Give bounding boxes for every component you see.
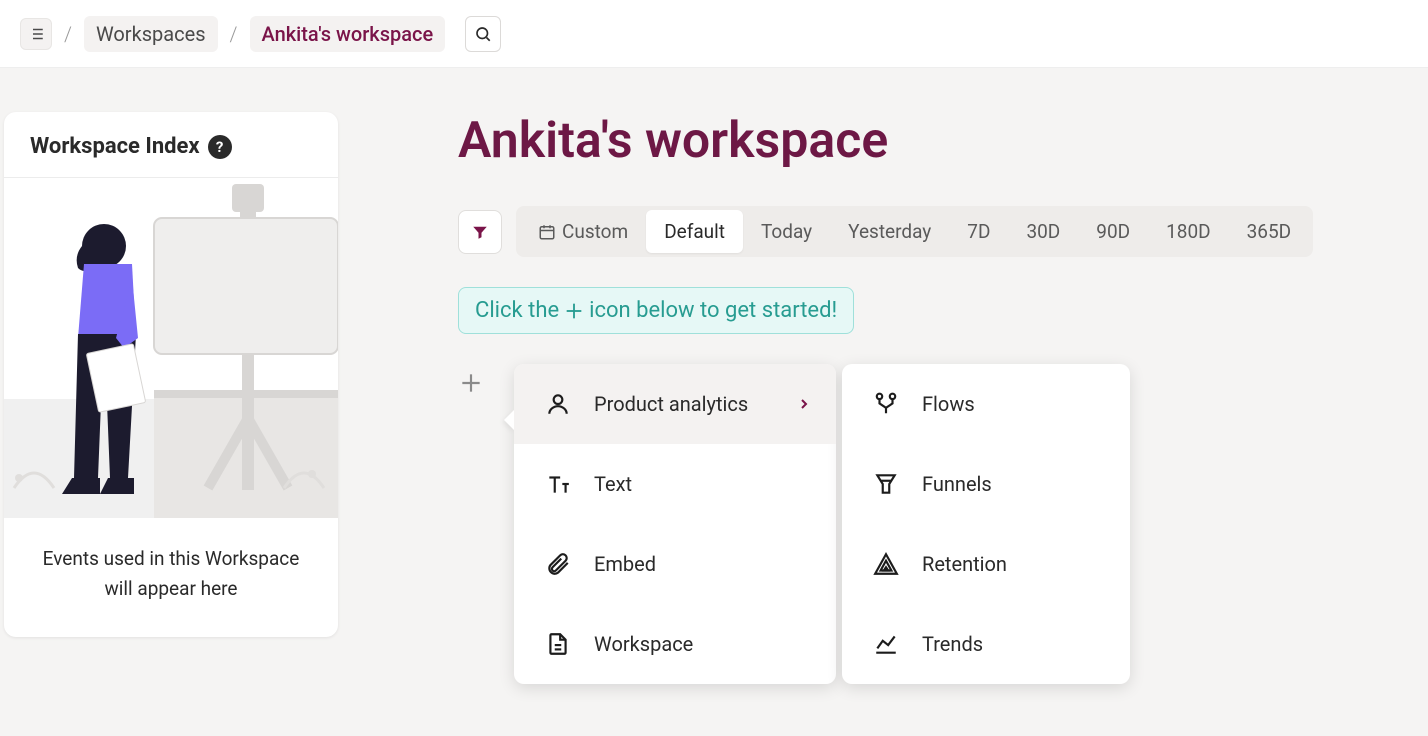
workspace-title: Ankita's workspace — [458, 112, 1428, 170]
retention-icon — [872, 550, 900, 578]
nav-menu-button[interactable] — [20, 18, 52, 50]
date-range-180d[interactable]: 180D — [1148, 210, 1229, 253]
menu-item-workspace[interactable]: Workspace — [514, 604, 836, 684]
trends-icon — [872, 630, 900, 658]
filter-button[interactable] — [458, 210, 502, 254]
get-started-hint: Click the icon below to get started! — [458, 287, 854, 334]
menu-item-label: Text — [594, 472, 632, 496]
search-button[interactable] — [465, 16, 501, 52]
submenu-item-funnels[interactable]: Funnels — [842, 444, 1130, 524]
menu-item-label: Workspace — [594, 632, 693, 656]
funnel-icon — [872, 470, 900, 498]
date-range-custom[interactable]: Custom — [520, 210, 646, 253]
add-block-menu: Product analytics Text — [514, 364, 836, 684]
date-range-default[interactable]: Default — [646, 210, 743, 253]
date-range-30d[interactable]: 30D — [1008, 210, 1078, 253]
toolbar: Custom Default Today Yesterday 7D 30D 90… — [458, 206, 1428, 257]
submenu-item-label: Trends — [922, 632, 983, 656]
submenu-item-flows[interactable]: Flows — [842, 364, 1130, 444]
workspace-index-card: Workspace Index ? — [4, 112, 338, 637]
flows-icon — [872, 390, 900, 418]
date-range-yesterday[interactable]: Yesterday — [830, 210, 949, 253]
chevron-right-icon — [796, 396, 812, 412]
submenu-item-trends[interactable]: Trends — [842, 604, 1130, 684]
date-range-today[interactable]: Today — [743, 210, 830, 253]
menu-item-embed[interactable]: Embed — [514, 524, 836, 604]
date-range-7d[interactable]: 7D — [949, 210, 1008, 253]
submenu-item-label: Funnels — [922, 472, 992, 496]
hint-suffix: icon below to get started! — [589, 298, 837, 323]
breadcrumb-workspaces[interactable]: Workspaces — [84, 16, 218, 52]
search-icon — [474, 25, 492, 43]
calendar-icon — [538, 223, 556, 241]
document-icon — [544, 630, 572, 658]
workspace-index-title: Workspace Index — [30, 134, 200, 159]
empty-text-line2: will appear here — [24, 574, 318, 604]
date-range-custom-label: Custom — [562, 220, 628, 243]
plus-icon — [563, 300, 585, 322]
menu-item-text[interactable]: Text — [514, 444, 836, 524]
plus-icon — [458, 370, 484, 396]
workspace-index-empty-text: Events used in this Workspace will appea… — [4, 518, 338, 637]
hint-prefix: Click the — [475, 298, 559, 323]
submenu-item-label: Retention — [922, 552, 1007, 576]
submenu-item-label: Flows — [922, 392, 975, 416]
product-analytics-submenu: Flows Funnels Retention — [842, 364, 1130, 684]
help-icon[interactable]: ? — [208, 135, 232, 159]
filter-icon — [471, 223, 489, 241]
menu-item-product-analytics[interactable]: Product analytics — [514, 364, 836, 444]
paperclip-icon — [544, 550, 572, 578]
breadcrumb-separator: / — [64, 22, 72, 46]
date-range-picker: Custom Default Today Yesterday 7D 30D 90… — [516, 206, 1313, 257]
date-range-90d[interactable]: 90D — [1078, 210, 1148, 253]
sidebar: Workspace Index ? — [4, 112, 338, 684]
person-icon — [544, 390, 572, 418]
empty-text-line1: Events used in this Workspace — [24, 544, 318, 574]
breadcrumb-separator: / — [230, 22, 238, 46]
menu-item-label: Product analytics — [594, 392, 748, 416]
menu-item-label: Embed — [594, 552, 656, 576]
add-block-button[interactable] — [458, 370, 484, 396]
breadcrumb-current[interactable]: Ankita's workspace — [250, 16, 446, 52]
date-range-365d[interactable]: 365D — [1229, 210, 1310, 253]
submenu-item-retention[interactable]: Retention — [842, 524, 1130, 604]
workspace-index-header: Workspace Index ? — [4, 112, 338, 178]
empty-state-illustration — [4, 178, 338, 518]
text-icon — [544, 470, 572, 498]
menu-pointer — [504, 410, 514, 430]
topbar: / Workspaces / Ankita's workspace — [0, 0, 1428, 68]
main-content: Ankita's workspace Custom Default Today … — [338, 68, 1428, 684]
